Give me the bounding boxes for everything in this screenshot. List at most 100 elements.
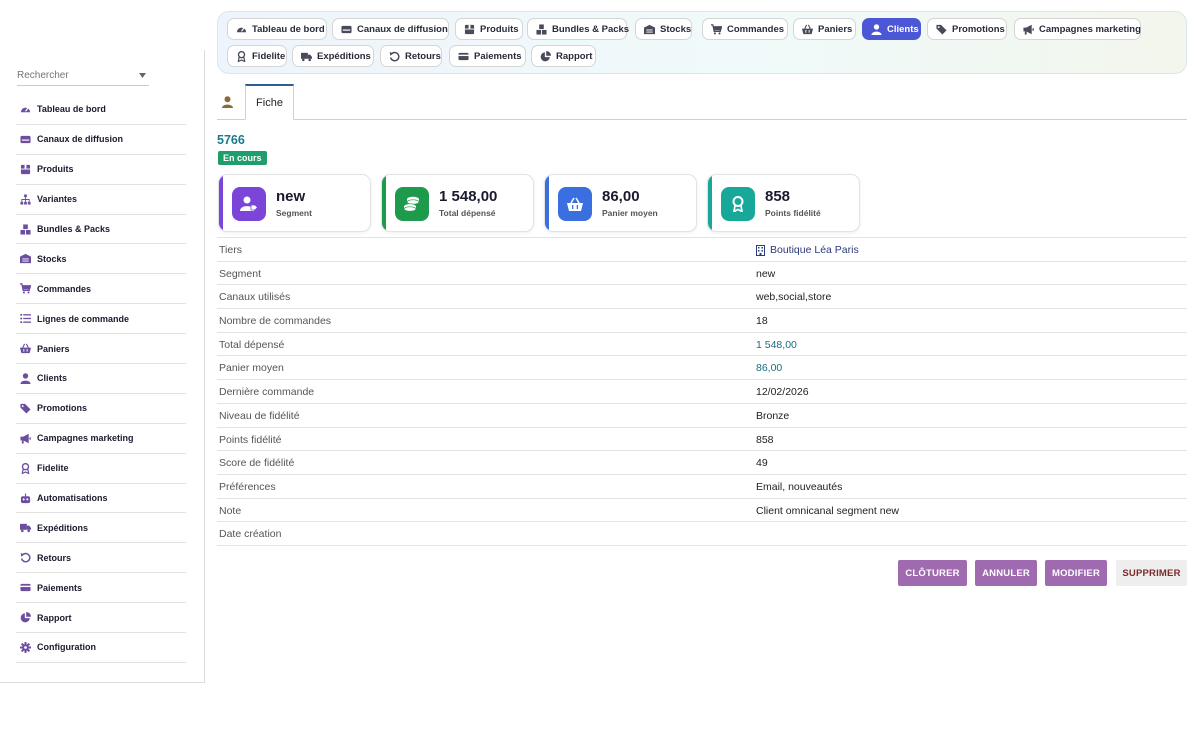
- kpi-caption: Points fidélité: [765, 208, 821, 218]
- tab-bundles-packs[interactable]: Bundles & Packs: [527, 18, 630, 40]
- sidebar-item-tableau-de-bord[interactable]: Tableau de bord: [16, 95, 186, 125]
- warehouse-icon: [19, 253, 31, 265]
- tab-commandes[interactable]: Commandes: [702, 18, 788, 40]
- user-icon: [19, 372, 31, 384]
- sidebar-item-label: Promotions: [37, 403, 88, 414]
- user-tag-icon: [232, 187, 266, 221]
- tab-label: Promotions: [952, 23, 1005, 35]
- sidebar-item-campagnes-marketing[interactable]: Campagnes marketing: [16, 424, 186, 454]
- status-badge: En cours: [218, 151, 267, 165]
- tab-paiements[interactable]: Paiements: [449, 45, 526, 67]
- gauge-icon: [19, 103, 31, 115]
- tab-expeditions[interactable]: Expéditions: [292, 45, 374, 67]
- sidebar-item-produits[interactable]: Produits: [16, 155, 186, 185]
- bullhorn-icon: [19, 432, 31, 444]
- sidebar-item-rapport[interactable]: Rapport: [16, 603, 186, 634]
- field-value: 18: [756, 315, 768, 328]
- building-icon: [756, 244, 765, 256]
- table-row: Tiers Boutique Léa Paris: [217, 238, 1187, 262]
- tab-canaux-de-diffusion[interactable]: Canaux de diffusion: [332, 18, 449, 40]
- hdd-icon: [19, 133, 31, 145]
- table-row: Préférences Email, nouveautés: [217, 475, 1187, 499]
- pie-icon: [540, 50, 551, 62]
- field-label: Score de fidélité: [219, 457, 295, 470]
- sidebar-item-variantes[interactable]: Variantes: [16, 185, 186, 215]
- sidebar-item-expeditions[interactable]: Expéditions: [16, 513, 186, 544]
- sidebar-item-label: Clients: [37, 373, 68, 384]
- tab-retours[interactable]: Retours: [380, 45, 442, 67]
- field-value: 1 548,00: [756, 338, 797, 351]
- sidebar-item-stocks[interactable]: Stocks: [16, 244, 186, 275]
- sidebar-item-label: Rapport: [37, 612, 72, 623]
- search-input[interactable]: [17, 67, 129, 81]
- field-value: 858: [756, 433, 774, 446]
- cancel-button[interactable]: ANNULER: [975, 560, 1037, 586]
- tab-fiche[interactable]: Fiche: [245, 84, 294, 120]
- sidebar-item-fidelite[interactable]: Fidelite: [16, 454, 186, 484]
- search-select[interactable]: [17, 67, 149, 86]
- sidebar-item-label: Canaux de diffusion: [37, 134, 124, 145]
- coins-icon: [395, 187, 429, 221]
- sidebar-item-canaux-de-diffusion[interactable]: Canaux de diffusion: [16, 125, 186, 155]
- sidebar-item-retours[interactable]: Retours: [16, 543, 186, 574]
- cubes-icon: [19, 223, 31, 235]
- field-value: Email, nouveautés: [756, 480, 843, 493]
- close-button[interactable]: CLÔTURER: [898, 560, 967, 586]
- sidebar-item-paniers[interactable]: Paniers: [16, 334, 186, 365]
- truck-icon: [19, 522, 31, 534]
- delete-button[interactable]: SUPPRIMER: [1116, 560, 1187, 586]
- tab-paniers[interactable]: Paniers: [793, 18, 856, 40]
- tab-label: Stocks: [660, 23, 692, 35]
- award-icon: [236, 50, 247, 62]
- sidebar-item-automatisations[interactable]: Automatisations: [16, 484, 186, 514]
- field-value: web,social,store: [756, 291, 832, 304]
- basket-icon: [802, 24, 813, 35]
- tab-stocks[interactable]: Stocks: [635, 18, 692, 40]
- table-row: Score de fidélité 49: [217, 451, 1187, 475]
- tab-promotions[interactable]: Promotions: [927, 18, 1007, 40]
- field-label: Total dépensé: [219, 338, 285, 351]
- sidebar-item-label: Paiements: [37, 582, 83, 593]
- cart-icon: [19, 283, 31, 295]
- sidebar-item-clients[interactable]: Clients: [16, 364, 186, 394]
- sidebar-item-label: Produits: [37, 164, 74, 175]
- tab-rapport[interactable]: Rapport: [531, 45, 596, 67]
- left-sidebar: Tableau de bord Canaux de diffusion Produi…: [0, 50, 205, 683]
- sidebar-item-label: Paniers: [37, 343, 70, 354]
- sidebar-item-label: Automatisations: [37, 493, 108, 504]
- tab-fidelite[interactable]: Fidelite: [227, 45, 287, 67]
- bullhorn-icon: [1023, 24, 1034, 35]
- tab-campagnes-marketing[interactable]: Campagnes marketing: [1014, 18, 1141, 40]
- sidebar-item-configuration[interactable]: Configuration: [16, 633, 186, 663]
- basket-icon: [19, 343, 31, 355]
- gauge-icon: [236, 24, 247, 35]
- field-value: Bronze: [756, 409, 790, 422]
- field-label: Note: [219, 504, 242, 517]
- box-icon: [19, 163, 31, 175]
- gear-icon: [19, 641, 31, 653]
- edit-button[interactable]: MODIFIER: [1045, 560, 1107, 586]
- tab-label: Tableau de bord: [252, 23, 325, 35]
- tab-clients[interactable]: Clients: [862, 18, 921, 40]
- field-value: new: [756, 267, 776, 280]
- table-row: Niveau de fidélité Bronze: [217, 404, 1187, 428]
- sidebar-item-commandes[interactable]: Commandes: [16, 274, 186, 305]
- box-icon: [464, 24, 475, 35]
- tab-label: Commandes: [727, 23, 785, 35]
- tab-produits[interactable]: Produits: [455, 18, 523, 40]
- sidebar-item-paiements[interactable]: Paiements: [16, 573, 186, 604]
- field-label: Nombre de commandes: [219, 315, 332, 328]
- sidebar-item-lignes-de-commande[interactable]: Lignes de commande: [16, 304, 186, 335]
- thirdparty-link[interactable]: Boutique Léa Paris: [756, 244, 859, 256]
- tab-tableau-de-bord[interactable]: Tableau de bord: [227, 18, 327, 40]
- tab-label: Canaux de diffusion: [357, 23, 448, 35]
- sidebar-item-bundles-packs[interactable]: Bundles & Packs: [16, 215, 186, 245]
- kpi-card: 1 548,00 Total dépensé: [381, 174, 534, 232]
- tab-label: Bundles & Packs: [552, 23, 630, 35]
- sidebar-menu: Tableau de bord Canaux de diffusion Produi…: [16, 95, 186, 663]
- tab-label: Fidelite: [252, 50, 286, 62]
- sitemap-icon: [19, 193, 31, 205]
- field-label: Tiers: [219, 244, 242, 256]
- sidebar-item-promotions[interactable]: Promotions: [16, 394, 186, 424]
- field-label: Segment: [219, 267, 262, 280]
